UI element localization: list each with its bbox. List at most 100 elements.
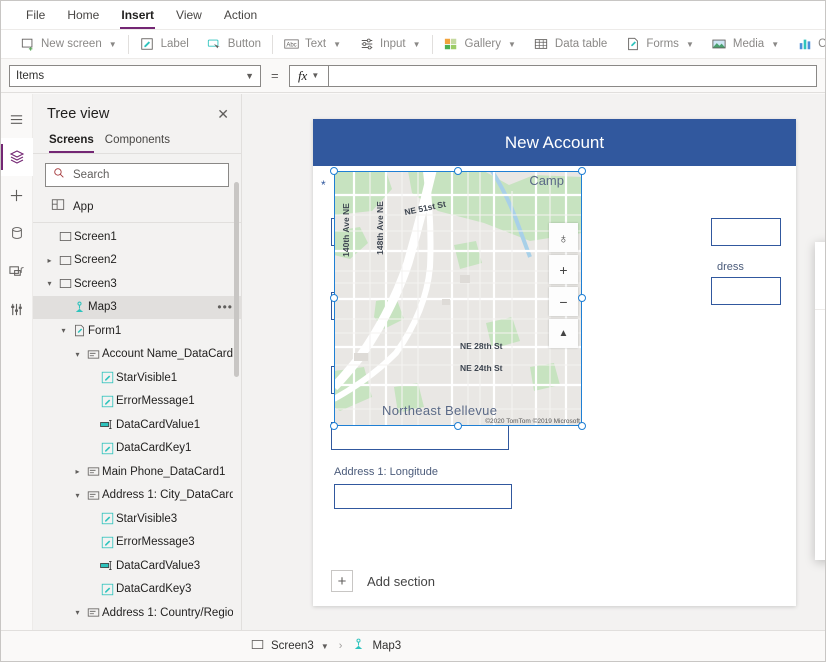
resize-handle-br[interactable] <box>578 422 586 430</box>
map-attribution: ©2020 TomTom ©2019 Microsoft <box>485 418 580 425</box>
close-icon[interactable]: ✕ <box>217 107 229 121</box>
tree-view-icon[interactable] <box>1 138 33 176</box>
data-source-item-organizations[interactable]: Organizations Microsoft Dataverse - Curr… <box>815 401 825 432</box>
menu-item-action[interactable]: Action <box>213 2 268 28</box>
add-section-label: Add section <box>367 574 435 589</box>
tree-item-errormessage1[interactable]: ErrorMessage1 <box>33 390 241 414</box>
chevron-down-icon[interactable]: ▾ <box>71 350 84 359</box>
resize-handle-bl[interactable] <box>330 422 338 430</box>
form-field-box-right-2[interactable] <box>711 277 781 305</box>
screen-icon <box>251 638 264 654</box>
required-star: * <box>321 178 326 192</box>
chevron-down-icon[interactable]: ▾ <box>43 279 56 288</box>
data-source-panel-body: ▼ In your app Accounts Microsoft Dataver… <box>815 309 825 526</box>
data-source-panel-header: Select a data source ✕ <box>815 242 825 299</box>
tree-item-datacardkey1[interactable]: DataCardKey1 <box>33 437 241 461</box>
hamburger-menu-icon[interactable] <box>1 100 33 138</box>
add-section-button[interactable]: + Add section <box>331 570 435 592</box>
media-icon <box>712 37 727 52</box>
tree-item-datacardvalue1[interactable]: DataCardValue1 <box>33 413 241 437</box>
chevron-right-icon[interactable]: ▸ <box>71 467 84 476</box>
chevron-down-icon[interactable]: ▾ <box>71 491 84 500</box>
menu-item-view[interactable]: View <box>165 2 213 28</box>
data-source-group-in-your-app[interactable]: ▼ In your app <box>815 316 825 340</box>
ribbon-text[interactable]: Abc Text ▼ <box>275 34 350 55</box>
ribbon-data-table-label: Data table <box>555 38 607 50</box>
tree-item-form1[interactable]: ▾Form1 <box>33 319 241 343</box>
menu-item-home[interactable]: Home <box>56 2 110 28</box>
ribbon-media[interactable]: Media ▼ <box>703 34 788 55</box>
ribbon-gallery[interactable]: Gallery ▼ <box>435 34 525 55</box>
ribbon-data-table[interactable]: Data table <box>525 34 616 55</box>
gallery-icon <box>444 37 459 52</box>
breadcrumb-screen[interactable]: Screen3 ▼ <box>251 638 329 654</box>
fx-button[interactable]: fx ▼ <box>289 65 329 87</box>
tree-item-errormessage3[interactable]: ErrorMessage3 <box>33 531 241 555</box>
ribbon-charts[interactable]: Charts ▼ <box>788 34 825 55</box>
resize-handle-ml[interactable] <box>330 294 338 302</box>
tree-search-box[interactable] <box>45 163 229 187</box>
field-input-longitude[interactable] <box>334 484 512 509</box>
resize-handle-mr[interactable] <box>578 294 586 302</box>
tree-item-starvisible1[interactable]: StarVisible1 <box>33 366 241 390</box>
tree-item-screen2[interactable]: ▸Screen2 <box>33 249 241 273</box>
tree-item-screen3[interactable]: ▾Screen3 <box>33 272 241 296</box>
formula-input[interactable] <box>329 65 817 87</box>
tree-item-datacardvalue3[interactable]: DataCardValue3 <box>33 554 241 578</box>
ribbon-label[interactable]: Label <box>131 34 198 55</box>
tree-item-account-name-datacard1[interactable]: ▾Account Name_DataCard1 <box>33 343 241 367</box>
zoom-in-control[interactable]: + <box>549 255 578 284</box>
menu-item-file[interactable]: File <box>15 2 56 28</box>
menu-item-insert[interactable]: Insert <box>110 2 165 28</box>
resize-handle-tc[interactable] <box>454 167 462 175</box>
property-selector[interactable]: Items ▼ <box>9 65 261 87</box>
zoom-out-control[interactable]: − <box>549 287 578 316</box>
tree-item-label: Map3 <box>88 301 117 313</box>
data-source-item-activities[interactable]: Activities Microsoft Dataverse - Current… <box>815 371 825 402</box>
ribbon-forms[interactable]: Forms ▼ <box>616 34 703 55</box>
more-options-icon[interactable]: ••• <box>217 304 233 311</box>
advanced-tools-icon[interactable] <box>1 290 33 328</box>
tab-screens[interactable]: Screens <box>47 130 99 153</box>
tab-components[interactable]: Components <box>103 130 175 153</box>
formula-bar: Items ▼ = fx ▼ <box>1 59 825 93</box>
data-source-item-accounts[interactable]: Accounts Microsoft Dataverse - Current e… <box>815 340 825 371</box>
chevron-down-icon[interactable]: ▾ <box>71 608 84 617</box>
resize-handle-tr[interactable] <box>578 167 586 175</box>
tree-scrollbar[interactable] <box>234 182 239 377</box>
tree-item-address-1-city-datacard1[interactable]: ▾Address 1: City_DataCard1 <box>33 484 241 508</box>
tree-item-map3[interactable]: Map3 ••• <box>33 296 241 320</box>
chevron-right-icon[interactable]: ▸ <box>43 256 56 265</box>
chevron-down-icon: ▼ <box>413 40 421 49</box>
app-icon <box>51 198 65 215</box>
tree-search-input[interactable] <box>71 168 221 182</box>
insert-icon[interactable] <box>1 176 33 214</box>
breadcrumb-control[interactable]: Map3 <box>352 638 401 654</box>
form-field-box-right-1[interactable] <box>711 218 781 246</box>
tree-item-starvisible3[interactable]: StarVisible3 <box>33 507 241 531</box>
ribbon-input[interactable]: Input ▼ <box>350 34 430 55</box>
datacard-icon <box>84 348 102 361</box>
data-source-item-colselectedaddress[interactable]: colSelectedAddress Collection <box>815 432 825 463</box>
map-control[interactable]: 140th Ave NE 148th Ave NE NE 51st St NE … <box>334 171 582 426</box>
resize-handle-bc[interactable] <box>454 422 462 430</box>
form-field-box-hidden-4[interactable] <box>331 422 509 450</box>
resize-handle-tl[interactable] <box>330 167 338 175</box>
tree-item-main-phone-datacard1[interactable]: ▸Main Phone_DataCard1 <box>33 460 241 484</box>
tree-item-screen1[interactable]: Screen1 <box>33 225 241 249</box>
chevron-down-icon[interactable]: ▾ <box>57 326 70 335</box>
tree-item-datacardkey3[interactable]: DataCardKey3 <box>33 578 241 602</box>
pitch-control[interactable]: ▲ <box>549 319 578 348</box>
tree-item-app[interactable]: App <box>33 193 241 223</box>
chevron-down-icon: ▼ <box>771 40 779 49</box>
media-rail-icon[interactable] <box>1 252 33 290</box>
tree-item-address-1-country-region-datacard1[interactable]: ▾Address 1: Country/Region_DataCard1 <box>33 601 241 625</box>
ribbon-new-screen[interactable]: New screen ▼ <box>11 34 126 55</box>
data-source-group-tables[interactable]: ▶ Tables ••• <box>815 470 825 494</box>
data-source-group-connectors[interactable]: ▶ Connectors ••• <box>815 502 825 526</box>
data-icon[interactable] <box>1 214 33 252</box>
tree-item-label: Screen1 <box>74 231 117 243</box>
chevron-down-icon: ▼ <box>245 71 254 81</box>
ribbon-button[interactable]: Button <box>198 34 270 55</box>
compass-control[interactable]: ♁ <box>549 223 578 252</box>
